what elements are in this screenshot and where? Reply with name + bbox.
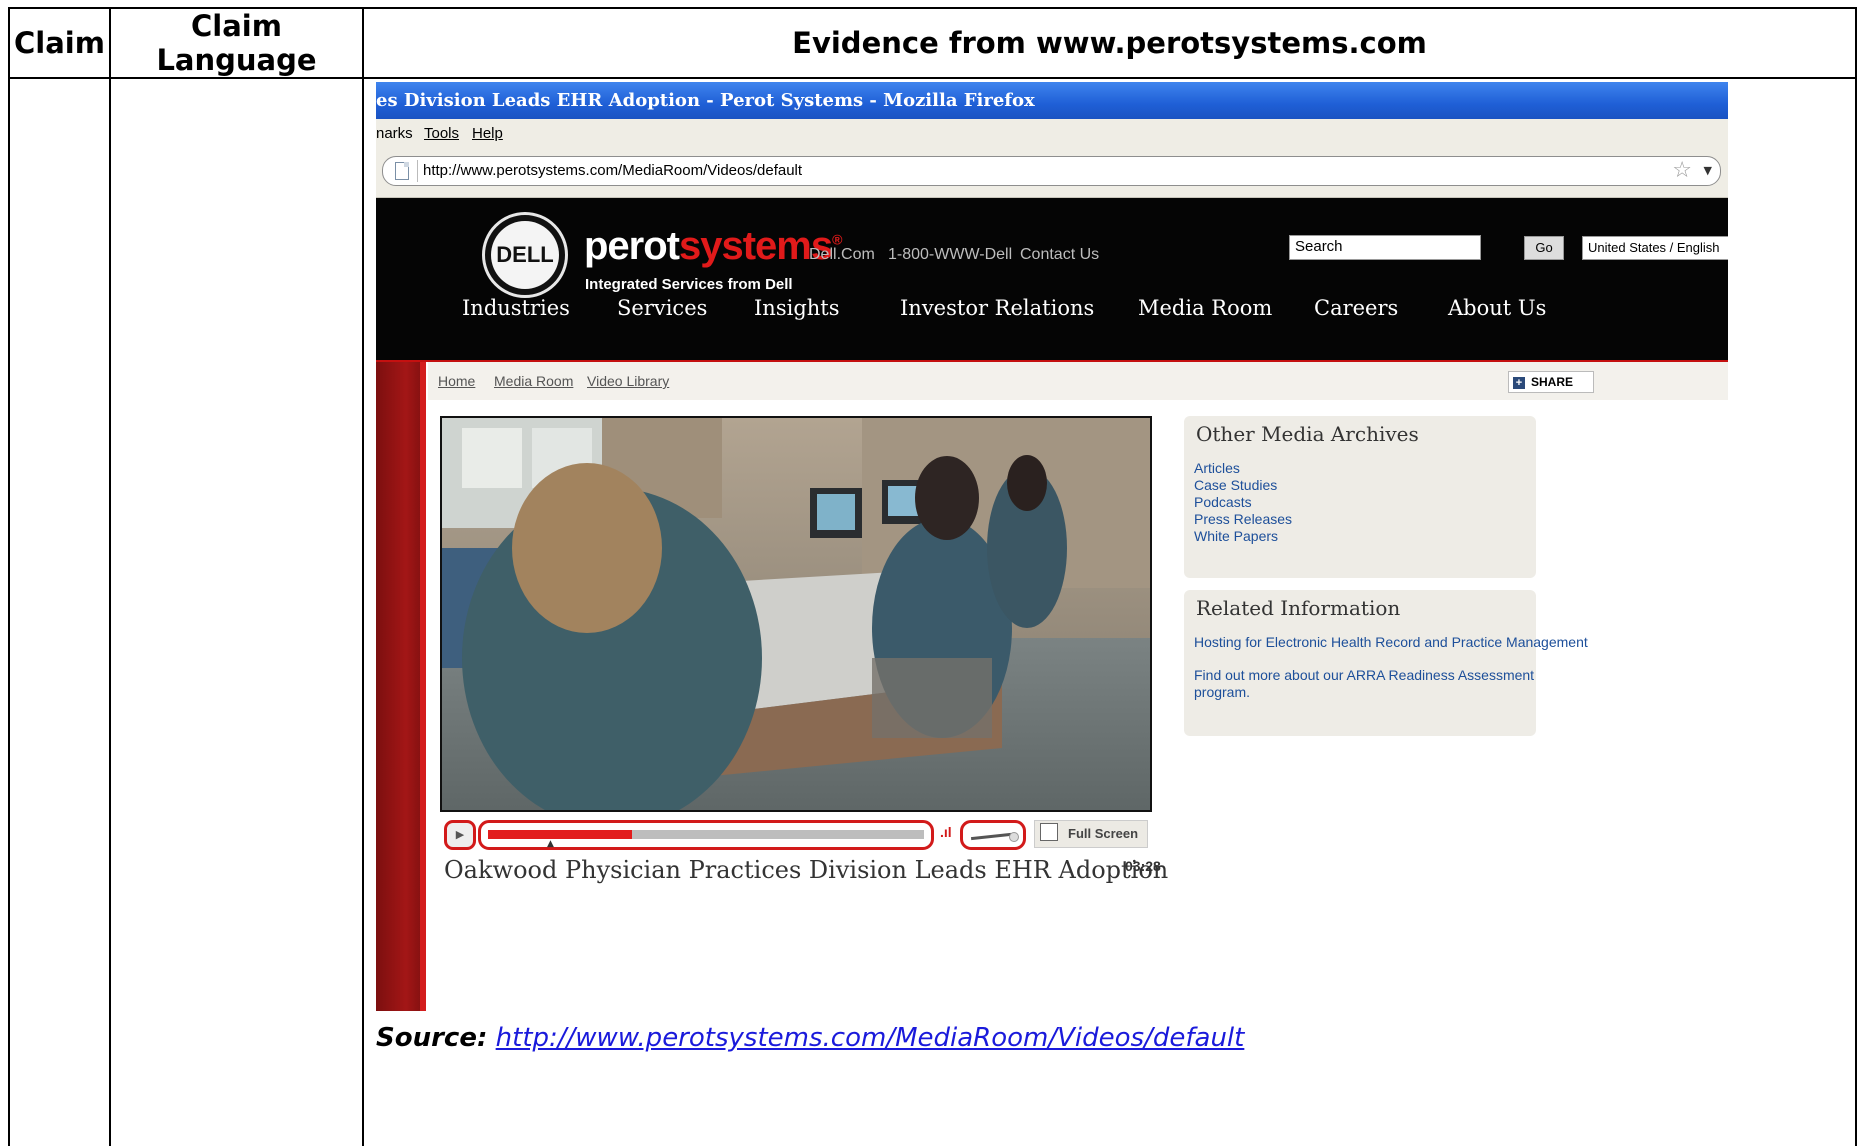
dell-logo-text: DELL xyxy=(491,221,559,289)
video-duration: 03:28 xyxy=(1125,858,1161,874)
menu-tools-label: Tools xyxy=(424,125,460,142)
menu-tools[interactable]: Tools xyxy=(424,119,459,149)
archive-link-articles[interactable]: Articles xyxy=(1194,460,1240,476)
video-title: Oakwood Physician Practices Division Lea… xyxy=(444,856,1169,884)
source-caption: Source: http://www.perotsystems.com/Medi… xyxy=(376,1023,1244,1053)
archive-link-white-papers[interactable]: White Papers xyxy=(1194,528,1278,544)
nav-media-room[interactable]: Media Room xyxy=(1138,296,1272,320)
seek-bar[interactable]: ▲ xyxy=(478,820,934,850)
left-red-stripe xyxy=(376,362,426,1011)
claim-language-cell xyxy=(109,77,364,1146)
address-url[interactable]: http://www.perotsystems.com/MediaRoom/Vi… xyxy=(423,157,802,185)
archive-link-case-studies[interactable]: Case Studies xyxy=(1194,477,1277,493)
related-link-hosting[interactable]: Hosting for Electronic Health Record and… xyxy=(1194,634,1588,650)
archive-link-podcasts[interactable]: Podcasts xyxy=(1194,494,1252,510)
archives-title: Other Media Archives xyxy=(1196,422,1419,446)
video-player[interactable] xyxy=(440,416,1152,812)
plus-icon: + xyxy=(1513,377,1525,389)
page-icon xyxy=(395,162,409,180)
related-link-arra-cont[interactable]: program. xyxy=(1194,684,1250,700)
breadcrumb-video-library[interactable]: Video Library xyxy=(587,373,669,389)
dell-logo[interactable]: DELL xyxy=(482,212,568,298)
address-bar[interactable]: http://www.perotsystems.com/MediaRoom/Vi… xyxy=(382,156,1721,186)
body-row: es Division Leads EHR Adoption - Perot S… xyxy=(8,77,1857,1146)
related-title: Related Information xyxy=(1196,596,1401,620)
video-controls: ▶ ▲ .ıl Full Screen xyxy=(442,814,1162,854)
browser-title-bar: es Division Leads EHR Adoption - Perot S… xyxy=(376,82,1728,119)
browser-menu-bar: narks Tools Help xyxy=(376,119,1728,149)
full-screen-button[interactable]: Full Screen xyxy=(1034,820,1148,848)
play-icon: ▶ xyxy=(455,828,465,841)
full-screen-label: Full Screen xyxy=(1068,826,1139,841)
volume-knob[interactable] xyxy=(1009,832,1019,842)
claim-chart-table: Claim Claim Language Evidence from www.p… xyxy=(8,7,1857,1146)
stripe-edge xyxy=(420,362,426,1011)
address-separator xyxy=(417,160,418,182)
site-header: DELL perotsystems® Integrated Services f… xyxy=(376,198,1728,362)
related-link-arra[interactable]: Find out more about our ARRA Readiness A… xyxy=(1194,667,1534,683)
breadcrumb-media-room[interactable]: Media Room xyxy=(494,373,573,389)
seek-thumb-icon[interactable]: ▲ xyxy=(547,839,554,849)
menu-bookmarks[interactable]: narks xyxy=(376,119,413,149)
tagline: Integrated Services from Dell xyxy=(585,276,793,293)
breadcrumb: Home Media Room Video Library + SHARE xyxy=(428,362,1728,400)
volume-slider[interactable] xyxy=(960,820,1026,850)
util-link-contact[interactable]: Contact Us xyxy=(1020,246,1099,264)
menu-help[interactable]: Help xyxy=(472,119,503,149)
source-label: Source: xyxy=(376,1023,488,1053)
claim-header: Claim xyxy=(8,7,111,79)
util-link-dell[interactable]: Dell.Com xyxy=(809,246,875,264)
nav-about-us[interactable]: About Us xyxy=(1448,296,1546,320)
archive-link-press-releases[interactable]: Press Releases xyxy=(1194,511,1292,527)
play-button[interactable]: ▶ xyxy=(444,820,476,850)
nav-careers[interactable]: Careers xyxy=(1314,296,1398,320)
nav-industries[interactable]: Industries xyxy=(462,296,570,320)
full-screen-icon xyxy=(1040,823,1058,841)
claim-language-header: Claim Language xyxy=(109,7,364,79)
browser-screenshot: es Division Leads EHR Adoption - Perot S… xyxy=(376,82,1728,1011)
header-row: Claim Claim Language Evidence from www.p… xyxy=(8,7,1857,79)
evidence-cell: es Division Leads EHR Adoption - Perot S… xyxy=(362,77,1857,1146)
volume-track xyxy=(970,832,1012,841)
dropdown-arrow-icon[interactable]: ▼ xyxy=(1704,160,1712,182)
other-media-archives-panel: Other Media Archives Articles Case Studi… xyxy=(1184,416,1536,578)
video-frame-image xyxy=(442,418,1150,810)
share-label: SHARE xyxy=(1531,375,1574,389)
seek-progress xyxy=(488,830,632,839)
nav-services[interactable]: Services xyxy=(617,296,707,320)
claim-cell xyxy=(8,77,111,1146)
seek-track xyxy=(488,830,924,839)
brand-part-1: perot xyxy=(584,224,680,268)
bookmark-star-icon[interactable]: ☆ xyxy=(1672,158,1692,184)
brand-name[interactable]: perotsystems® xyxy=(584,224,842,269)
nav-investor-relations[interactable]: Investor Relations xyxy=(900,296,1094,320)
nav-insights[interactable]: Insights xyxy=(754,296,840,320)
window-title: es Division Leads EHR Adoption - Perot S… xyxy=(376,90,1035,111)
locale-select[interactable]: United States / English xyxy=(1582,236,1728,260)
menu-help-label: Help xyxy=(472,125,503,142)
evidence-header: Evidence from www.perotsystems.com xyxy=(362,7,1857,79)
search-input[interactable]: Search xyxy=(1289,235,1481,260)
go-button[interactable]: Go xyxy=(1524,236,1564,260)
breadcrumb-home[interactable]: Home xyxy=(438,373,475,389)
source-link[interactable]: http://www.perotsystems.com/MediaRoom/Vi… xyxy=(496,1023,1245,1053)
volume-level-icon: .ıl xyxy=(940,824,952,840)
website: DELL perotsystems® Integrated Services f… xyxy=(376,198,1728,1011)
navigation-toolbar: http://www.perotsystems.com/MediaRoom/Vi… xyxy=(376,149,1728,198)
util-link-phone[interactable]: 1-800-WWW-Dell xyxy=(888,246,1012,264)
share-button[interactable]: + SHARE xyxy=(1508,371,1594,393)
related-information-panel: Related Information Hosting for Electron… xyxy=(1184,590,1588,736)
